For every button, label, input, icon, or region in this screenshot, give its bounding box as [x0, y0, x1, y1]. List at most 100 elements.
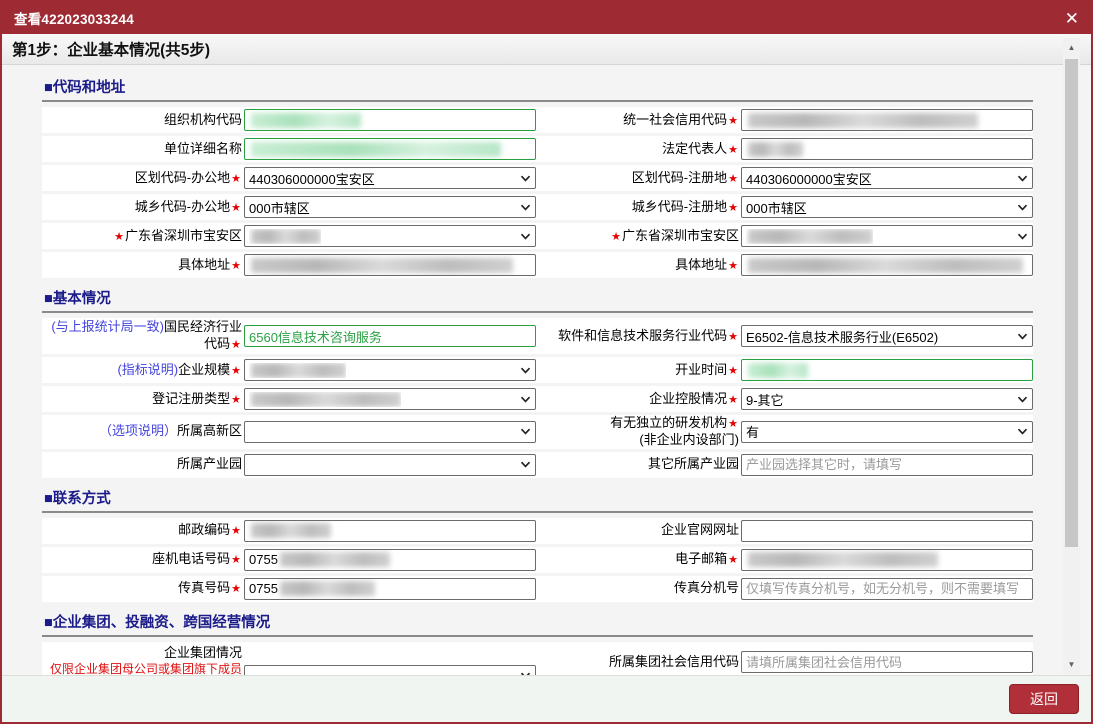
fax-ext-input[interactable]	[741, 578, 1033, 600]
modal-footer: 返回	[2, 675, 1091, 722]
scroll-down-icon[interactable]: ▼	[1063, 657, 1080, 672]
email-label: 电子邮箱★	[536, 551, 739, 568]
district-code-reg-select[interactable]: 440306000000宝安区	[741, 167, 1033, 189]
website-label: 企业官网网址	[536, 522, 739, 539]
credit-code-label: 统一社会信用代码★	[536, 112, 739, 129]
chevron-down-icon	[520, 396, 531, 403]
urban-code-reg-control: 000市辖区	[741, 196, 1033, 218]
address-reg-input[interactable]	[741, 254, 1033, 276]
hightech-zone-control	[244, 421, 536, 443]
unit-name-control	[244, 138, 536, 160]
group-status-label: 企业集团情况仅限企业集团母公司或集团旗下成员企业填写，非集团母公司或下属企业请不…	[42, 645, 242, 675]
holding-status-label: 企业控股情况★	[536, 391, 739, 408]
group-credit-code-input[interactable]	[741, 651, 1033, 673]
redacted-value	[251, 392, 401, 407]
required-star-icon: ★	[727, 202, 739, 214]
landline-phone-label-text: 座机电话号码	[152, 551, 230, 566]
national-industry-code-input[interactable]: 6560信息技术咨询服务	[244, 325, 536, 347]
chevron-down-icon	[520, 233, 531, 240]
email-input[interactable]	[741, 549, 1033, 571]
postal-code-label: 邮政编码★	[42, 522, 242, 539]
hightech-zone-help-link[interactable]: （选项说明）	[99, 423, 177, 438]
enterprise-scale-select[interactable]	[244, 359, 536, 381]
required-star-icon: ★	[727, 115, 739, 127]
chevron-down-icon	[520, 428, 531, 435]
redacted-value	[748, 552, 938, 567]
unit-name-input[interactable]	[244, 138, 536, 160]
holding-status-select[interactable]: 9-其它	[741, 388, 1033, 410]
required-star-icon: ★	[727, 394, 739, 406]
hightech-zone-select[interactable]	[244, 421, 536, 443]
required-star-icon: ★	[727, 260, 739, 272]
redacted-value	[748, 363, 808, 378]
street-office-select[interactable]	[244, 225, 536, 247]
urban-code-office-select[interactable]: 000市辖区	[244, 196, 536, 218]
legal-rep-input[interactable]	[741, 138, 1033, 160]
email-control	[741, 549, 1033, 571]
industrial-park-select[interactable]	[244, 454, 536, 476]
section-title: ■基本情况	[42, 286, 1033, 313]
street-reg-select[interactable]	[741, 225, 1033, 247]
registration-type-value	[249, 392, 401, 407]
enterprise-scale-help-link[interactable]: (指标说明)	[117, 362, 178, 377]
group-credit-code-label-text: 所属集团社会信用代码	[609, 654, 739, 669]
redacted-value	[748, 258, 1023, 273]
org-code-control	[244, 109, 536, 131]
enterprise-scale-label: (指标说明)企业规模★	[42, 362, 242, 379]
required-star-icon: ★	[727, 365, 739, 377]
group-credit-code-label: 所属集团社会信用代码	[536, 654, 739, 671]
registration-type-select[interactable]	[244, 388, 536, 410]
holding-status-value: 9-其它	[746, 390, 784, 409]
rd-institution-select[interactable]: 有	[741, 421, 1033, 443]
form-row: (与上报统计局一致)国民经济行业代码★6560信息技术咨询服务软件和信息技术服务…	[42, 318, 1033, 354]
required-star-icon: ★	[230, 202, 242, 214]
urban-code-reg-select[interactable]: 000市辖区	[741, 196, 1033, 218]
district-code-office-value-text: 440306000000宝安区	[249, 169, 375, 188]
landline-phone-input[interactable]: 0755	[244, 549, 536, 571]
website-input[interactable]	[741, 520, 1033, 542]
address-office-input[interactable]	[244, 254, 536, 276]
vertical-scrollbar[interactable]: ▲ ▼	[1063, 38, 1080, 674]
industrial-park-control	[244, 454, 536, 476]
industrial-park-label: 所属产业园	[42, 456, 242, 473]
opening-date-input[interactable]	[741, 359, 1033, 381]
hightech-zone-label-text: 所属高新区	[177, 423, 242, 438]
required-star-icon: ★	[230, 554, 242, 566]
other-park-input[interactable]	[741, 454, 1033, 476]
credit-code-input[interactable]	[741, 109, 1033, 131]
address-reg-label-text: 具体地址	[675, 257, 727, 272]
required-star-icon: ★	[230, 365, 242, 377]
required-star-icon: ★	[727, 331, 739, 343]
fax-number-input[interactable]: 0755	[244, 578, 536, 600]
back-button[interactable]: 返回	[1009, 684, 1079, 714]
address-office-label: 具体地址★	[42, 257, 242, 274]
national-industry-code-help-link[interactable]: (与上报统计局一致)	[51, 319, 164, 334]
required-star-icon: ★	[727, 554, 739, 566]
redacted-value	[251, 258, 513, 273]
redacted-value	[251, 523, 331, 538]
district-code-office-select[interactable]: 440306000000宝安区	[244, 167, 536, 189]
chevron-down-icon	[520, 461, 531, 468]
chevron-down-icon	[1017, 333, 1028, 340]
scroll-up-icon[interactable]: ▲	[1063, 40, 1080, 55]
holding-status-label-text: 企业控股情况	[649, 391, 727, 406]
form-row: 所属集团社会信用代码	[536, 650, 1033, 675]
close-icon[interactable]: ✕	[1065, 10, 1079, 27]
redacted-value	[251, 142, 501, 157]
street-reg-label-text: 广东省深圳市宝安区	[622, 228, 739, 243]
street-reg-label: ★广东省深圳市宝安区	[536, 228, 739, 245]
registration-type-label-text: 登记注册类型	[152, 391, 230, 406]
postal-code-input[interactable]	[244, 520, 536, 542]
group-status-select[interactable]	[244, 665, 536, 675]
chevron-down-icon	[1017, 175, 1028, 182]
scrollbar-thumb[interactable]	[1065, 59, 1078, 547]
credit-code-control	[741, 109, 1033, 131]
address-office-label-text: 具体地址	[178, 257, 230, 272]
email-label-text: 电子邮箱	[675, 551, 727, 566]
street-office-value	[249, 229, 321, 244]
software-industry-code-select[interactable]: E6502-信息技术服务行业(E6502)	[741, 325, 1033, 347]
org-code-input[interactable]	[244, 109, 536, 131]
holding-status-value-text: 9-其它	[746, 390, 784, 409]
district-code-reg-value-text: 440306000000宝安区	[746, 169, 872, 188]
chevron-down-icon	[1017, 204, 1028, 211]
